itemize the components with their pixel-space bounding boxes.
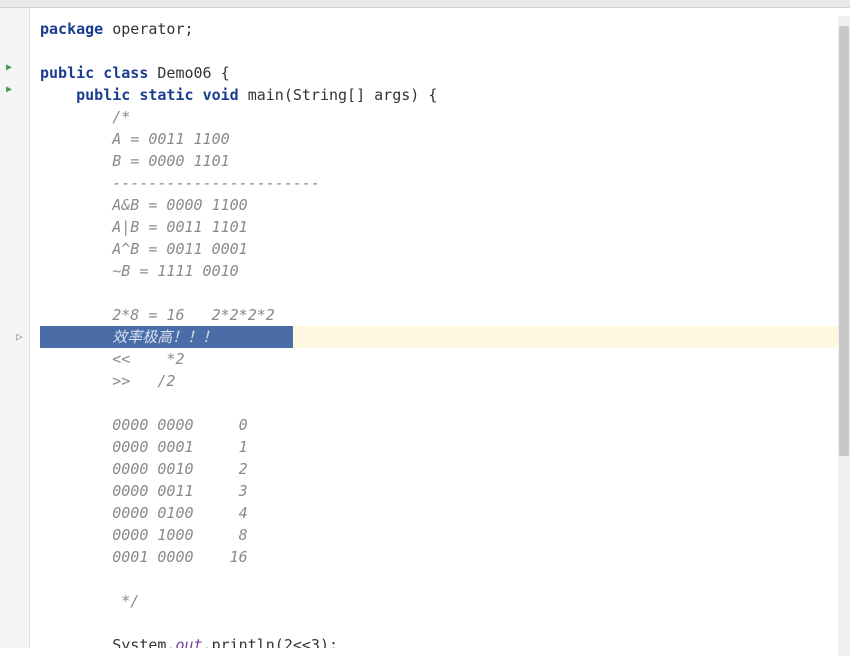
code-text: main(String[] args) { [239,86,438,104]
comment: 2*8 = 16 2*2*2*2 [40,306,275,324]
keyword-public: public [40,64,94,82]
keyword-static: static [139,86,193,104]
code-text: Demo06 { [148,64,229,82]
comment: /* [40,108,130,126]
run-icon[interactable]: ▶ [6,62,12,73]
code-line[interactable]: public class Demo06 { [40,62,850,84]
comment: A = 0011 1100 [40,130,230,148]
comment: 0000 0010 2 [40,460,248,478]
comment: << *2 [40,350,185,368]
code-line[interactable]: public static void main(String[] args) { [40,84,850,106]
code-line[interactable]: A&B = 0000 1100 [40,194,850,216]
code-line[interactable]: << *2 [40,348,850,370]
comment: ----------------------- [40,174,320,192]
comment: A&B = 0000 1100 [40,196,248,214]
keyword-void: void [203,86,239,104]
comment: 0000 0001 1 [40,438,248,456]
highlighted-line[interactable]: 效率极高！！！ [40,326,850,348]
code-line[interactable]: A|B = 0011 1101 [40,216,850,238]
code-line[interactable]: 0000 0000 0 [40,414,850,436]
code-line[interactable]: A = 0011 1100 [40,128,850,150]
code-editor[interactable]: package operator; public class Demo06 { … [40,8,850,648]
code-line[interactable]: >> /2 [40,370,850,392]
code-line[interactable]: ----------------------- [40,172,850,194]
keyword-public: public [76,86,130,104]
cursor-icon: ▷ [16,330,23,343]
comment: B = 0000 1101 [40,152,230,170]
code-line[interactable]: */ [40,590,850,612]
code-text: .println(2<<3); [203,636,338,648]
code-line[interactable]: System.out.println(2<<3); [40,634,850,648]
comment: A|B = 0011 1101 [40,218,248,236]
run-icon[interactable]: ▶ [6,84,12,95]
code-text: operator; [103,20,193,38]
comment: A^B = 0011 0001 [40,240,248,258]
code-line[interactable]: /* [40,106,850,128]
code-line[interactable] [40,392,850,414]
comment: >> /2 [40,372,175,390]
code-line[interactable]: 0000 0001 1 [40,436,850,458]
code-line[interactable] [40,40,850,62]
code-line[interactable] [40,612,850,634]
code-text [94,64,103,82]
comment: 0000 0100 4 [40,504,248,522]
code-line[interactable]: ~B = 1111 0010 [40,260,850,282]
fold-region[interactable] [30,8,40,648]
comment: 0000 0011 3 [40,482,248,500]
code-text: System. [40,636,175,648]
comment: 效率极高！！！ [40,328,217,346]
static-field: out [175,636,202,648]
gutter[interactable]: ▶ ▶ ▷ [0,8,30,648]
tab-bar [0,0,850,8]
comment: */ [40,592,139,610]
code-line[interactable]: A^B = 0011 0001 [40,238,850,260]
code-line[interactable]: 0000 0100 4 [40,502,850,524]
comment: ~B = 1111 0010 [40,262,239,280]
comment: 0000 1000 8 [40,526,248,544]
code-line[interactable]: 0001 0000 16 [40,546,850,568]
scrollbar-track[interactable] [838,16,850,656]
code-line[interactable]: 2*8 = 16 2*2*2*2 [40,304,850,326]
comment: 0000 0000 0 [40,416,248,434]
scrollbar-thumb[interactable] [839,26,849,456]
code-line[interactable]: 0000 1000 8 [40,524,850,546]
code-line[interactable]: 0000 0010 2 [40,458,850,480]
keyword-package: package [40,20,103,38]
editor-area: ▶ ▶ ▷ package operator; public class Dem… [0,8,850,648]
keyword-class: class [103,64,148,82]
code-line[interactable]: B = 0000 1101 [40,150,850,172]
code-line[interactable] [40,282,850,304]
comment: 0001 0000 16 [40,548,248,566]
code-line[interactable]: package operator; [40,18,850,40]
code-line[interactable] [40,568,850,590]
code-line[interactable]: 0000 0011 3 [40,480,850,502]
